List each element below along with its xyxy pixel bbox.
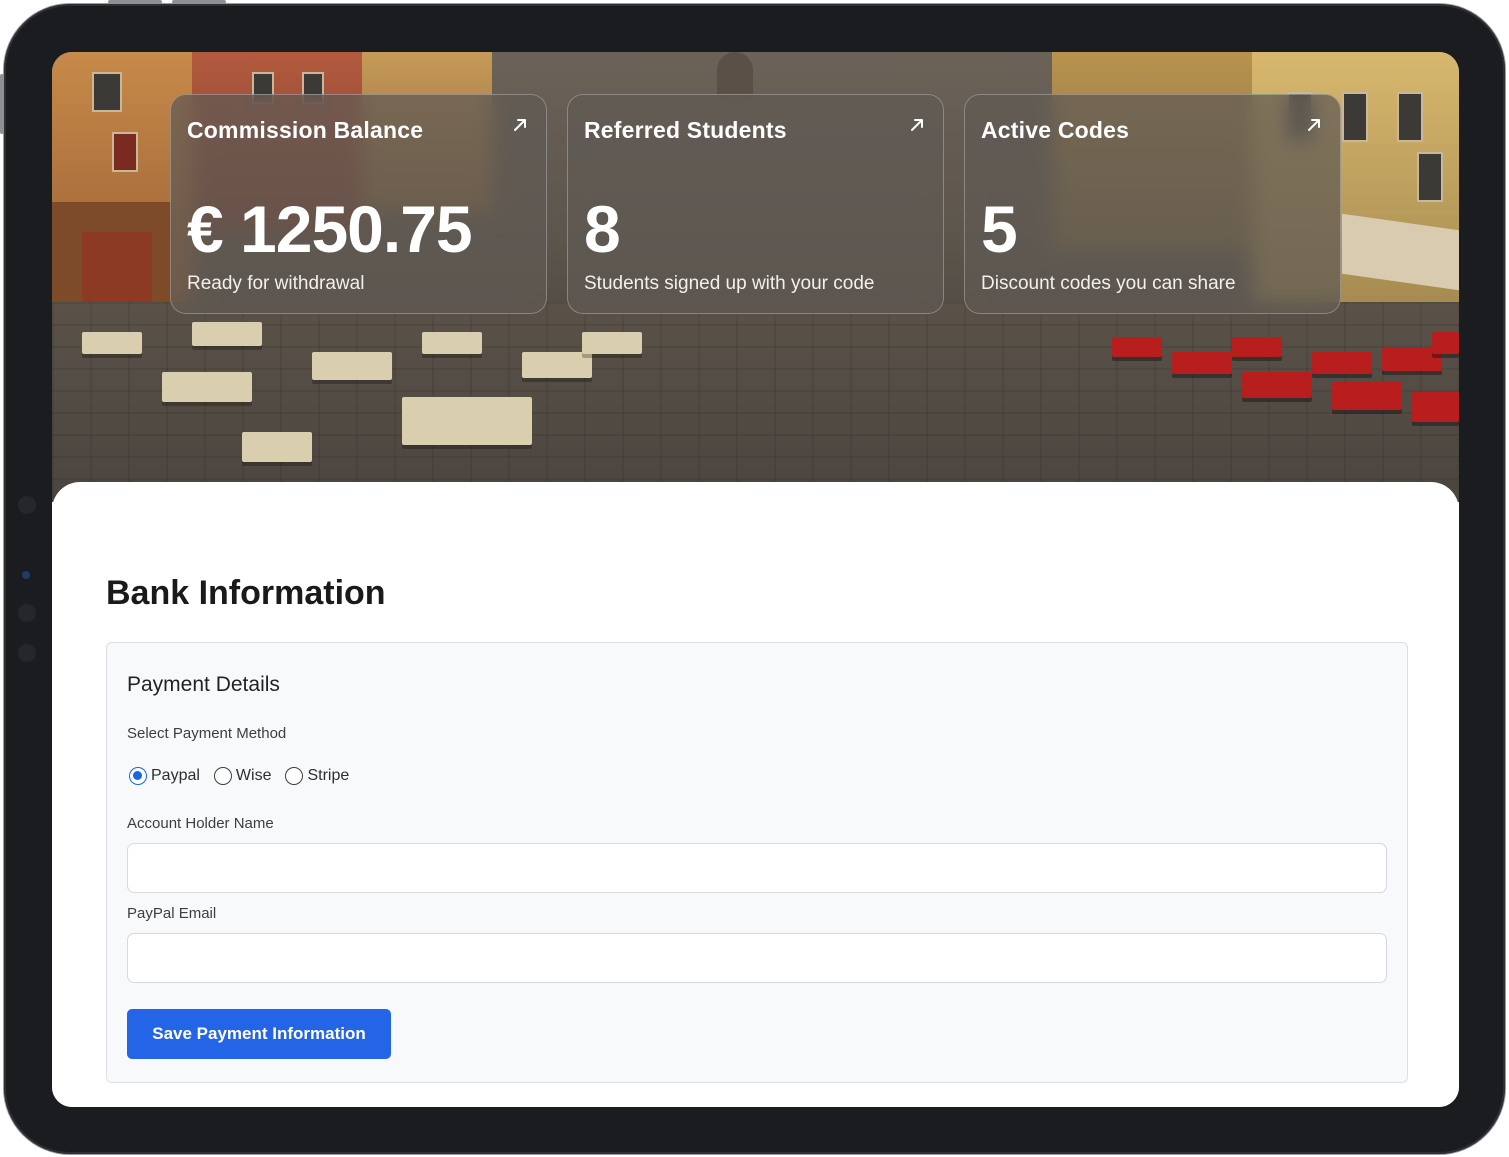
arrow-up-right-icon[interactable] [907, 115, 927, 135]
save-payment-button[interactable]: Save Payment Information [127, 1009, 391, 1059]
top-button [108, 0, 162, 4]
screen: Commission Balance € 1250.75 Ready for w… [52, 52, 1459, 1107]
stat-subtitle: Ready for withdrawal [187, 273, 365, 294]
top-button [172, 0, 226, 4]
panel-title: Payment Details [127, 673, 280, 696]
radio-button[interactable] [129, 767, 147, 785]
stat-title: Commission Balance [187, 117, 424, 143]
sensor-dot [18, 496, 36, 514]
account-holder-input[interactable] [127, 843, 1387, 893]
stat-value: € 1250.75 [187, 192, 473, 266]
stat-card-referred-students[interactable]: Referred Students 8 Students signed up w… [567, 94, 944, 314]
sensor-dot [18, 644, 36, 662]
camera-icon [22, 571, 30, 579]
stat-card-commission-balance[interactable]: Commission Balance € 1250.75 Ready for w… [170, 94, 547, 314]
radio-button[interactable] [285, 767, 304, 785]
main-content: Bank Information Payment Details Select … [52, 482, 1459, 1107]
section-title: Bank Information [106, 574, 386, 612]
radio-paypal[interactable]: Paypal [129, 767, 200, 785]
radio-label: Paypal [151, 767, 200, 784]
stat-title: Referred Students [584, 117, 787, 143]
stat-title: Active Codes [981, 117, 1130, 143]
paypal-email-input[interactable] [127, 933, 1387, 983]
radio-button[interactable] [213, 767, 232, 785]
sensor-dot [18, 604, 36, 622]
stat-subtitle: Students signed up with your code [584, 273, 875, 294]
stat-subtitle: Discount codes you can share [981, 273, 1236, 294]
payment-details-panel: Payment Details Select Payment Method Pa… [106, 642, 1408, 1083]
radio-label: Stripe [307, 767, 350, 784]
stat-value: 8 [584, 192, 621, 266]
account-holder-label: Account Holder Name [127, 815, 274, 832]
arrow-up-right-icon[interactable] [510, 115, 530, 135]
payment-method-radio-group: Paypal Wise Stripe [129, 767, 349, 785]
volume-button [0, 74, 4, 134]
radio-stripe[interactable]: Stripe [285, 767, 349, 785]
arrow-up-right-icon[interactable] [1304, 115, 1324, 135]
stat-value: 5 [981, 192, 1018, 266]
payment-method-label: Select Payment Method [127, 725, 287, 742]
paypal-email-label: PayPal Email [127, 905, 217, 922]
stat-card-active-codes[interactable]: Active Codes 5 Discount codes you can sh… [964, 94, 1341, 314]
radio-label: Wise [235, 767, 272, 784]
radio-wise[interactable]: Wise [213, 767, 272, 785]
